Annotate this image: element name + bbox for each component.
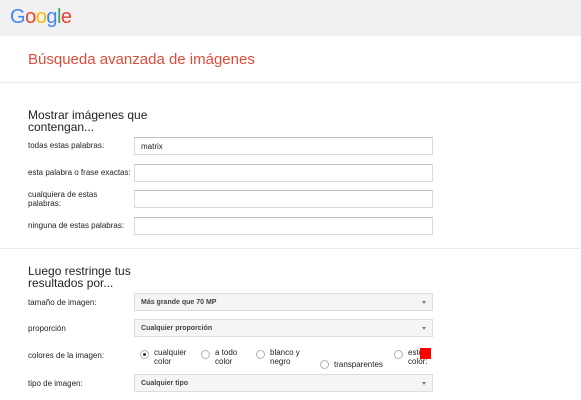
aspect-ratio-label: proporción xyxy=(28,324,66,333)
aspect-ratio-value: Cualquier proporción xyxy=(141,325,213,332)
radio-button[interactable] xyxy=(140,350,149,359)
find-section-title: Mostrar imágenes que contengan... xyxy=(28,108,148,134)
logo-letter: G xyxy=(10,6,26,28)
aspect-ratio-select[interactable]: Cualquier proporción xyxy=(134,319,433,337)
radio-label: blanco y negro xyxy=(270,348,300,366)
radio-label: transparentes xyxy=(334,360,383,369)
none-words-label: ninguna de estas palabras: xyxy=(28,221,125,230)
divider xyxy=(0,82,581,83)
radio-label-line: blanco y xyxy=(270,348,300,357)
all-words-label: todas estas palabras: xyxy=(28,141,105,150)
logo-letter: g xyxy=(46,6,57,28)
image-type-label: tipo de imagen: xyxy=(28,379,83,388)
logo-letter: o xyxy=(35,6,47,28)
radio-button[interactable] xyxy=(320,360,329,369)
radio-button[interactable] xyxy=(201,350,210,359)
image-size-value: Más grande que 70 MP xyxy=(141,299,217,306)
exact-phrase-label: esta palabra o frase exactas: xyxy=(28,168,131,177)
exact-phrase-input[interactable] xyxy=(134,164,433,182)
any-words-input[interactable] xyxy=(134,190,433,208)
dropdown-arrow-icon xyxy=(422,301,426,304)
radio-label-line: color xyxy=(154,357,172,366)
radio-label-line: color xyxy=(215,357,233,366)
color-swatch[interactable] xyxy=(420,348,431,359)
logo-letter: o xyxy=(25,6,36,28)
dropdown-arrow-icon xyxy=(422,327,426,330)
image-size-label: tamaño de imagen: xyxy=(28,298,97,307)
radio-button[interactable] xyxy=(394,350,403,359)
none-words-input[interactable] xyxy=(134,217,433,235)
all-words-input[interactable]: matrix xyxy=(134,137,433,155)
logo-letter: e xyxy=(60,6,72,28)
narrow-section-title: Luego restringe tus resultados por... xyxy=(28,264,131,290)
any-words-label: cualquiera de estas palabras: xyxy=(28,190,98,208)
top-bar: Google xyxy=(0,0,581,36)
image-size-select[interactable]: Más grande que 70 MP xyxy=(134,293,433,311)
page-title: Búsqueda avanzada de imágenes xyxy=(28,51,255,68)
dropdown-arrow-icon xyxy=(422,382,426,385)
image-type-select[interactable]: Cualquier tipo xyxy=(134,374,433,392)
radio-label: a todo color xyxy=(215,348,237,366)
google-logo[interactable]: Google xyxy=(10,6,72,29)
radio-label-line: a todo xyxy=(215,348,238,357)
radio-label: cualquier color xyxy=(154,348,186,366)
divider xyxy=(0,248,581,249)
radio-button[interactable] xyxy=(256,350,265,359)
radio-label-line: cualquier xyxy=(154,348,187,357)
radio-label-line: negro xyxy=(270,357,291,366)
colors-label: colores de la imagen: xyxy=(28,351,105,360)
image-type-value: Cualquier tipo xyxy=(141,380,189,387)
